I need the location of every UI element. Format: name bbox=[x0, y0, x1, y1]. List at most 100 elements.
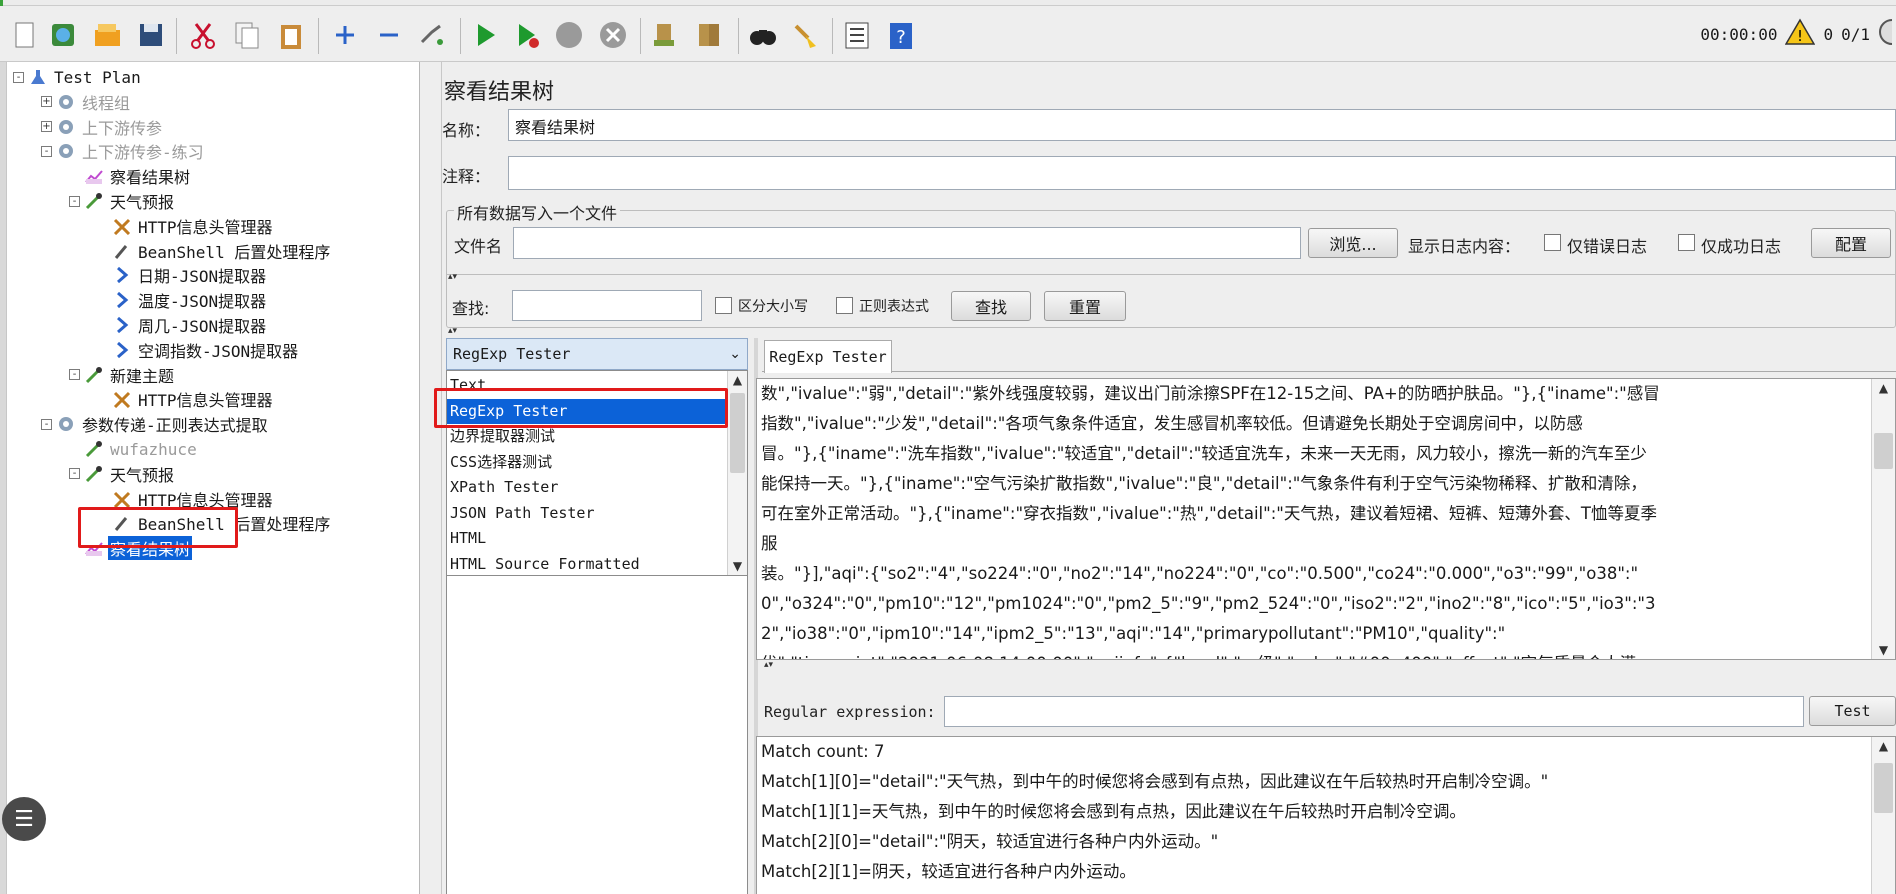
shutdown-icon[interactable] bbox=[596, 18, 630, 52]
renderer-option[interactable]: JSON Path Tester bbox=[447, 501, 727, 527]
tree-node[interactable]: HTTP信息头管理器 bbox=[97, 388, 275, 410]
tree-node-label: 线程组 bbox=[82, 93, 131, 113]
tree-node[interactable]: - 参数传递-正则表达式提取 bbox=[41, 413, 270, 435]
expand-node-icon[interactable]: + bbox=[41, 121, 52, 133]
tree-node[interactable]: HTTP信息头管理器 bbox=[97, 488, 275, 510]
collapse-node-icon[interactable]: - bbox=[41, 418, 52, 430]
scroll-thumb[interactable] bbox=[730, 393, 745, 473]
renderer-option[interactable]: Text bbox=[447, 373, 727, 399]
regex-field[interactable] bbox=[944, 696, 1804, 727]
tree-node[interactable]: HTTP信息头管理器 bbox=[97, 215, 275, 237]
copy-icon[interactable] bbox=[230, 18, 264, 52]
collapse-node-icon[interactable]: - bbox=[41, 145, 52, 157]
tab-regexp-tester[interactable]: RegExp Tester bbox=[764, 340, 892, 373]
scroll-thumb[interactable] bbox=[1874, 433, 1893, 469]
case-sensitive-checkbox[interactable] bbox=[715, 297, 732, 314]
renderer-option[interactable]: XPath Tester bbox=[447, 475, 727, 501]
response-scrollbar[interactable]: ▲ ▼ bbox=[1871, 379, 1895, 659]
tree-node[interactable]: - 天气预报 bbox=[69, 190, 176, 212]
cut-icon[interactable] bbox=[186, 18, 220, 52]
errors-only-checkbox[interactable] bbox=[1544, 234, 1561, 251]
start-icon[interactable] bbox=[468, 18, 502, 52]
split-pane-divider[interactable] bbox=[420, 62, 442, 894]
regex-checkbox[interactable] bbox=[836, 297, 853, 314]
collapse-arrows-icon[interactable]: ▴▾ bbox=[448, 326, 457, 336]
expand-icon[interactable] bbox=[328, 18, 362, 52]
warning-icon[interactable]: ! bbox=[1785, 18, 1816, 50]
floating-menu-button[interactable]: ☰ bbox=[2, 797, 46, 841]
tree-node[interactable]: 温度-JSON提取器 bbox=[97, 289, 268, 311]
collapse-icon[interactable] bbox=[372, 18, 406, 52]
response-line: 装。"}],"aqi":{"so2":"4","so224":"0","no2"… bbox=[761, 564, 1639, 583]
tree-node[interactable]: - 上下游传参-练习 bbox=[41, 140, 206, 162]
tree-node-label: HTTP信息头管理器 bbox=[138, 217, 273, 237]
clear-icon[interactable] bbox=[648, 18, 682, 52]
scroll-thumb[interactable] bbox=[1874, 763, 1893, 813]
test-button[interactable]: Test bbox=[1809, 696, 1896, 726]
elapsed-timer: 00:00:00 bbox=[1700, 24, 1778, 44]
search-icon[interactable] bbox=[746, 18, 780, 52]
save-icon[interactable] bbox=[134, 18, 168, 52]
clear-all-icon[interactable] bbox=[692, 18, 726, 52]
scroll-up-icon[interactable]: ▲ bbox=[1872, 739, 1895, 757]
match-output-area[interactable]: Match count: 7 Match[1][0]="detail":"天气热，… bbox=[756, 736, 1896, 894]
stop-icon[interactable] bbox=[552, 18, 586, 52]
regex-label: Regular expression: bbox=[764, 703, 936, 721]
renderer-option[interactable]: RegExp Tester bbox=[447, 398, 727, 424]
paste-icon[interactable] bbox=[274, 18, 308, 52]
renderer-option[interactable]: HTML bbox=[447, 526, 727, 552]
tree-node[interactable]: BeanShell 后置处理程序 bbox=[97, 512, 332, 534]
pipette-icon bbox=[84, 440, 104, 458]
renderer-option[interactable]: CSS选择器测试 bbox=[447, 450, 727, 476]
filename-field[interactable] bbox=[513, 227, 1301, 259]
name-field[interactable]: 察看结果树 bbox=[508, 109, 1896, 141]
tree-node[interactable]: BeanShell 后置处理程序 bbox=[97, 240, 332, 262]
templates-icon[interactable] bbox=[46, 18, 80, 52]
scroll-down-icon[interactable]: ▼ bbox=[1872, 643, 1895, 659]
tree-node[interactable]: + 线程组 bbox=[41, 91, 132, 113]
renderer-option[interactable]: HTML Source Formatted bbox=[447, 552, 727, 576]
scroll-up-icon[interactable]: ▲ bbox=[728, 373, 747, 391]
collapse-node-icon[interactable]: - bbox=[69, 195, 80, 207]
help-icon[interactable]: ? bbox=[884, 18, 918, 52]
configure-button[interactable]: 配置 bbox=[1811, 228, 1891, 258]
match-scrollbar[interactable]: ▲ bbox=[1871, 737, 1895, 894]
renderer-select[interactable]: RegExp Tester ⌄ bbox=[446, 338, 748, 370]
function-helper-icon[interactable] bbox=[840, 18, 874, 52]
tree-node[interactable]: 日期-JSON提取器 bbox=[97, 264, 268, 286]
tree-node[interactable]: 察看结果树 bbox=[69, 536, 193, 561]
collapse-node-icon[interactable]: - bbox=[69, 468, 80, 480]
start-no-pause-icon[interactable] bbox=[510, 18, 544, 52]
new-icon[interactable] bbox=[8, 18, 42, 52]
scroll-down-icon[interactable]: ▼ bbox=[728, 559, 747, 575]
collapse-arrows-icon[interactable]: ▴▾ bbox=[764, 660, 773, 670]
tree-node-label: 空调指数-JSON提取器 bbox=[138, 341, 299, 361]
results-list[interactable] bbox=[446, 576, 748, 894]
search-field[interactable] bbox=[512, 290, 702, 321]
open-icon[interactable] bbox=[90, 18, 124, 52]
list-icon: ☰ bbox=[14, 806, 34, 832]
tree-node[interactable]: 空调指数-JSON提取器 bbox=[97, 339, 300, 361]
reset-search-icon[interactable] bbox=[788, 18, 822, 52]
find-button[interactable]: 查找 bbox=[951, 291, 1031, 321]
scroll-up-icon[interactable]: ▲ bbox=[1872, 381, 1895, 399]
tree-node[interactable]: wufazhuce bbox=[69, 438, 199, 460]
tree-node[interactable]: 周几-JSON提取器 bbox=[97, 314, 268, 336]
collapse-arrows-icon[interactable]: ▴▾ bbox=[448, 272, 457, 282]
toggle-icon[interactable] bbox=[414, 18, 448, 52]
tree-node[interactable]: 察看结果树 bbox=[69, 165, 192, 187]
tree-node[interactable]: - 新建主题 bbox=[69, 364, 176, 386]
collapse-node-icon[interactable]: - bbox=[13, 71, 24, 83]
response-data-area[interactable]: 数","ivalue":"弱","detail":"紫外线强度较弱，建议出门前涂… bbox=[756, 378, 1896, 660]
browse-button[interactable]: 浏览... bbox=[1308, 228, 1398, 258]
tree-node[interactable]: + 上下游传参 bbox=[41, 116, 164, 138]
renderer-option[interactable]: 边界提取器测试 bbox=[447, 424, 727, 450]
reset-button[interactable]: 重置 bbox=[1044, 291, 1126, 321]
collapse-node-icon[interactable]: - bbox=[69, 369, 80, 381]
expand-node-icon[interactable]: + bbox=[41, 96, 52, 108]
comment-field[interactable] bbox=[508, 156, 1896, 190]
tree-node[interactable]: - 天气预报 bbox=[69, 463, 176, 485]
dropdown-scrollbar[interactable]: ▲ ▼ bbox=[727, 371, 747, 575]
tree-node[interactable]: - Test Plan bbox=[13, 66, 143, 88]
success-only-checkbox[interactable] bbox=[1678, 234, 1695, 251]
